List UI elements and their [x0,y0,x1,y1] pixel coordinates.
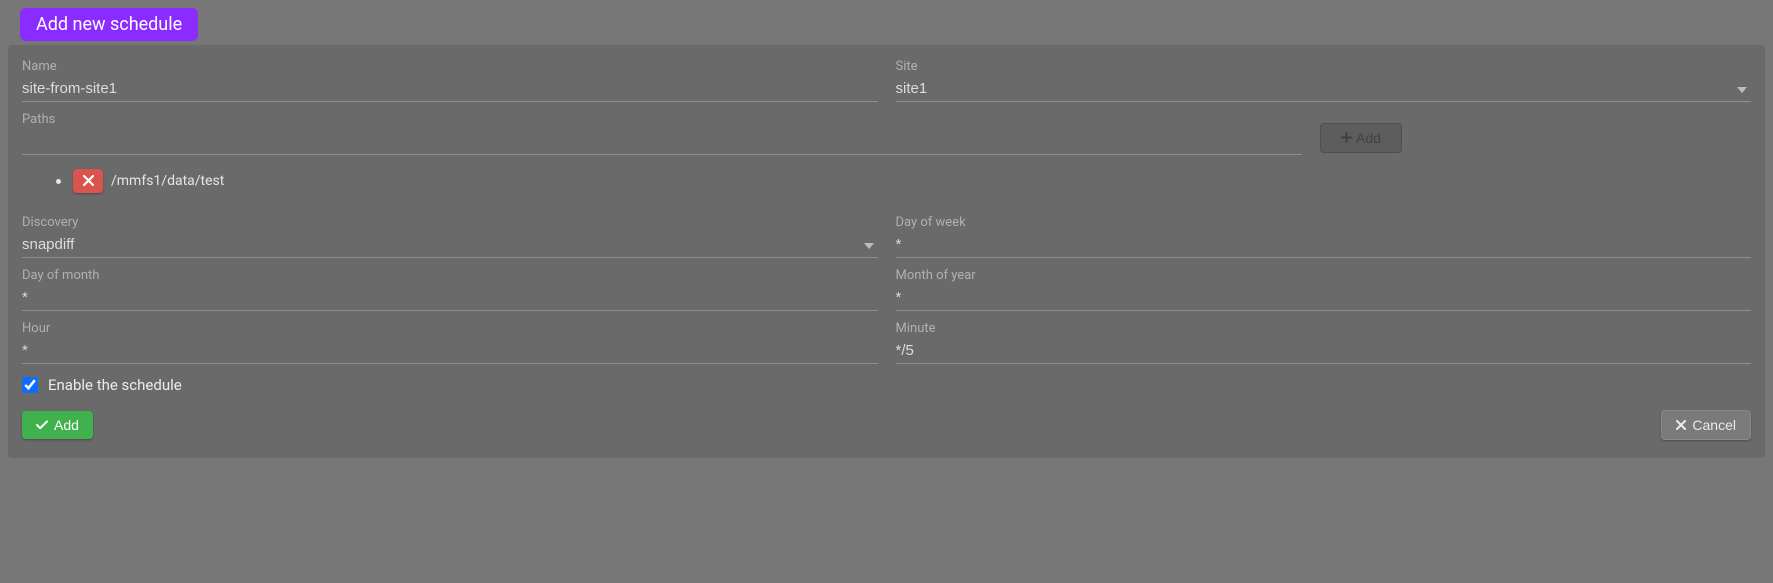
row-name-site: Name Site [22,59,1751,102]
paths-input[interactable] [22,129,1302,155]
panel-body: Name Site Paths [8,45,1765,458]
minute-label: Minute [896,321,1752,336]
close-icon [1676,417,1686,433]
site-field: Site [896,59,1752,102]
footer-actions: Add Cancel [22,410,1751,440]
cancel-button[interactable]: Cancel [1661,410,1751,440]
add-schedule-panel: Add new schedule Name Site Paths [8,8,1765,458]
minute-input[interactable] [896,338,1752,364]
hour-field: Hour [22,321,878,364]
add-button[interactable]: Add [22,411,93,439]
paths-label: Paths [22,112,1302,127]
row-paths: Paths Add [22,112,1751,155]
path-text: /mmfs1/data/test [111,173,224,189]
day-of-week-label: Day of week [896,215,1752,230]
path-item: /mmfs1/data/test [56,169,1751,193]
add-path-label: Add [1356,130,1381,146]
day-of-week-input[interactable] [896,232,1752,258]
row-hour-minute: Hour Minute [22,321,1751,364]
remove-path-button[interactable] [73,169,103,193]
paths-field: Paths [22,112,1302,155]
day-of-month-label: Day of month [22,268,878,283]
name-input[interactable] [22,76,878,102]
close-icon [83,174,94,189]
discovery-select[interactable] [22,232,878,258]
enable-label: Enable the schedule [48,376,182,394]
enable-row: Enable the schedule [22,376,1751,394]
add-button-label: Add [54,417,79,433]
month-of-year-input[interactable] [896,285,1752,311]
paths-list: /mmfs1/data/test [56,169,1751,193]
name-field: Name [22,59,878,102]
month-of-year-label: Month of year [896,268,1752,283]
enable-checkbox[interactable] [22,377,38,393]
hour-label: Hour [22,321,878,336]
plus-icon [1341,130,1352,146]
day-of-week-field: Day of week [896,215,1752,258]
day-of-month-input[interactable] [22,285,878,311]
site-label: Site [896,59,1752,74]
row-dom-moy: Day of month Month of year [22,268,1751,311]
discovery-label: Discovery [22,215,878,230]
add-path-button[interactable]: Add [1320,123,1402,153]
site-select[interactable] [896,76,1752,102]
hour-input[interactable] [22,338,878,364]
month-of-year-field: Month of year [896,268,1752,311]
discovery-field: Discovery [22,215,878,258]
row-discovery-dow: Discovery Day of week [22,215,1751,258]
day-of-month-field: Day of month [22,268,878,311]
name-label: Name [22,59,878,74]
minute-field: Minute [896,321,1752,364]
panel-title: Add new schedule [20,8,198,41]
bullet-icon [56,179,61,184]
check-icon [36,417,48,433]
cancel-button-label: Cancel [1692,417,1736,433]
